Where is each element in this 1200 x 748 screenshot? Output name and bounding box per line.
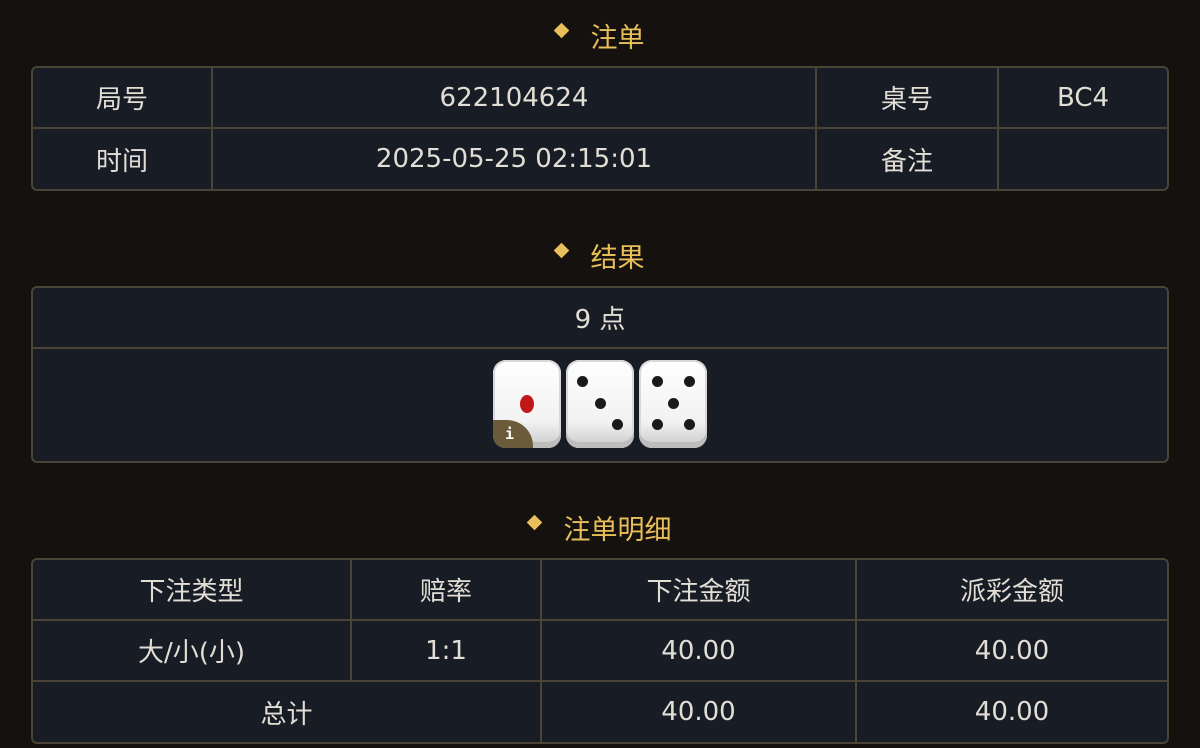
info-icon[interactable]: i bbox=[493, 420, 533, 448]
die-pip bbox=[668, 398, 679, 409]
payout-amount-value: 40.00 bbox=[857, 621, 1167, 682]
round-value: 622104624 bbox=[213, 68, 817, 129]
die-5 bbox=[639, 360, 707, 448]
bet-type-value: 大/小(小) bbox=[33, 621, 352, 682]
die-pip bbox=[612, 419, 623, 430]
round-label: 局号 bbox=[33, 68, 213, 129]
order-section-title: 注单 bbox=[0, 15, 1200, 55]
details-section-title: 注单明细 bbox=[0, 507, 1200, 547]
table-row: i bbox=[33, 349, 1167, 461]
details-title: 注单明细 bbox=[563, 514, 672, 546]
die-pip bbox=[684, 376, 695, 387]
table-value: BC4 bbox=[999, 68, 1167, 129]
odds-value: 1:1 bbox=[352, 621, 542, 682]
note-label: 备注 bbox=[817, 129, 999, 189]
die-pip bbox=[684, 419, 695, 430]
time-value: 2025-05-25 02:15:01 bbox=[213, 129, 817, 189]
die-pip bbox=[520, 395, 534, 413]
bet-amount-value: 40.00 bbox=[542, 621, 857, 682]
die-1: i bbox=[493, 360, 561, 448]
note-value bbox=[999, 129, 1167, 189]
total-row: 总计 40.00 40.00 bbox=[33, 682, 1167, 742]
diamond-icon bbox=[526, 514, 542, 530]
result-title: 结果 bbox=[590, 242, 645, 274]
diamond-icon bbox=[553, 22, 569, 38]
die-pip bbox=[652, 376, 663, 387]
result-table: 9 点 i bbox=[31, 286, 1169, 463]
order-info-table: 局号 622104624 桌号 BC4 时间 2025-05-25 02:15:… bbox=[31, 66, 1169, 191]
bet-details-table: 下注类型 赔率 下注金额 派彩金额 大/小(小) 1:1 40.00 40.00… bbox=[31, 558, 1169, 744]
table-header-row: 下注类型 赔率 下注金额 派彩金额 bbox=[33, 560, 1167, 621]
table-row: 时间 2025-05-25 02:15:01 备注 bbox=[33, 129, 1167, 189]
diamond-icon bbox=[553, 242, 569, 258]
total-label: 总计 bbox=[33, 682, 542, 742]
result-section-title: 结果 bbox=[0, 235, 1200, 275]
header-odds: 赔率 bbox=[352, 560, 542, 621]
table-label: 桌号 bbox=[817, 68, 999, 129]
order-title: 注单 bbox=[590, 22, 645, 54]
table-row: 9 点 bbox=[33, 288, 1167, 349]
die-pip bbox=[577, 376, 588, 387]
dice-group: i bbox=[33, 360, 1167, 448]
table-row: 大/小(小) 1:1 40.00 40.00 bbox=[33, 621, 1167, 682]
header-payout-amount: 派彩金额 bbox=[857, 560, 1167, 621]
total-bet-amount: 40.00 bbox=[542, 682, 857, 742]
table-row: 局号 622104624 桌号 BC4 bbox=[33, 68, 1167, 129]
die-3 bbox=[566, 360, 634, 448]
result-points: 9 点 bbox=[33, 288, 1167, 349]
time-label: 时间 bbox=[33, 129, 213, 189]
total-payout-amount: 40.00 bbox=[974, 697, 1050, 727]
die-pip bbox=[595, 398, 606, 409]
die-pip bbox=[652, 419, 663, 430]
header-bet-amount: 下注金额 bbox=[542, 560, 857, 621]
dice-cell: i bbox=[33, 349, 1167, 461]
header-bet-type: 下注类型 bbox=[33, 560, 352, 621]
